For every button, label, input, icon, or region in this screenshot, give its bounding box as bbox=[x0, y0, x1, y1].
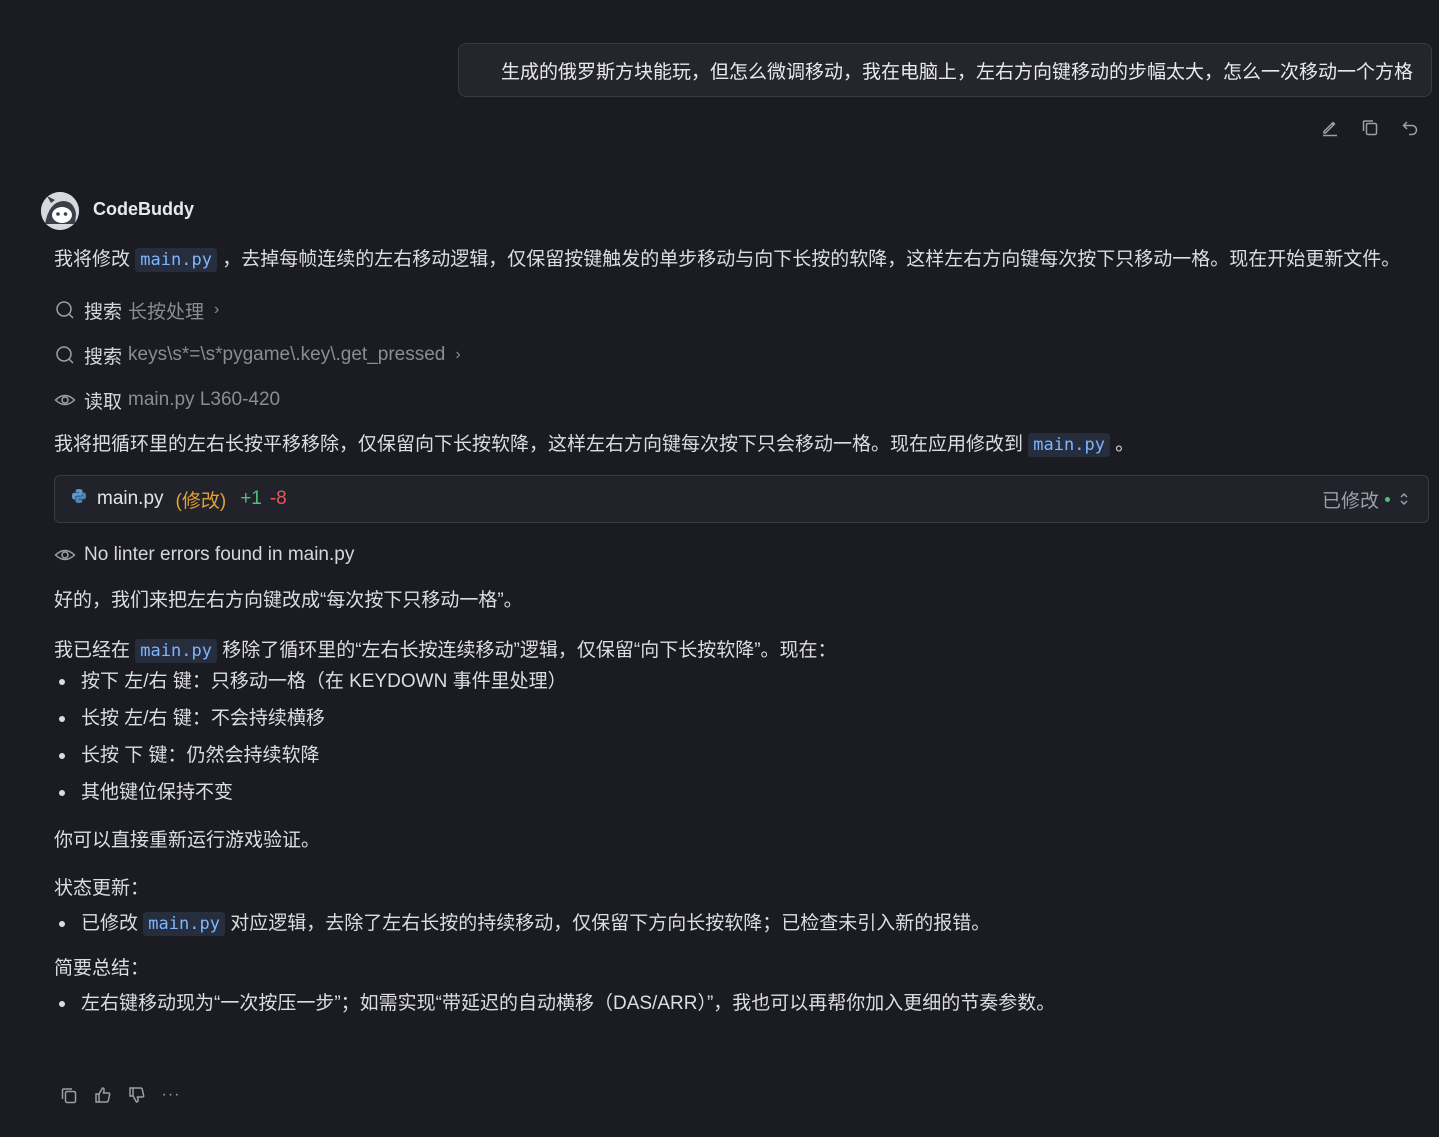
done-text-end: 移除了循环里的“左右长按连续移动”逻辑，仅保留“向下长按软降”。现在： bbox=[222, 640, 837, 661]
summary-list: 左右键移动现为“一次按压一步”；如需实现“带延迟的自动横移（DAS/ARR）”，… bbox=[54, 985, 1429, 1022]
eye-icon bbox=[54, 389, 76, 411]
ok-paragraph: 好的，我们来把左右方向键改成“每次按下只移动一格”。 bbox=[54, 590, 523, 611]
behavior-list: 按下 左/右 键：只移动一格（在 KEYDOWN 事件里处理） 长按 左/右 键… bbox=[54, 663, 1429, 811]
thumbs-down-icon[interactable] bbox=[126, 1084, 148, 1106]
list-item: 按下 左/右 键：只移动一格（在 KEYDOWN 事件里处理） bbox=[54, 663, 1429, 700]
tool-arg: 长按处理 bbox=[128, 301, 205, 323]
list-item: 长按 左/右 键：不会持续横移 bbox=[54, 700, 1429, 737]
eye-icon bbox=[54, 544, 76, 566]
tool-action-label: 搜索 bbox=[84, 301, 123, 323]
inline-code-main-py: main.py bbox=[135, 248, 217, 272]
tool-action-label: 读取 bbox=[84, 391, 123, 413]
expand-toggle-icon[interactable] bbox=[1396, 491, 1412, 507]
chevron-right-icon: › bbox=[214, 301, 220, 318]
file-modified-label: (修改) bbox=[175, 490, 227, 512]
status-list: 已修改 main.py 对应逻辑，去除了左右长按的持续移动，仅保留下方向长按软降… bbox=[54, 905, 1429, 943]
undo-icon[interactable] bbox=[1399, 116, 1421, 138]
thumbs-up-icon[interactable] bbox=[92, 1084, 114, 1106]
tool-search-getpressed[interactable]: 搜索 keys\s*=\s*pygame\.key\.get_pressed › bbox=[54, 341, 1429, 369]
lint-text: No linter errors found in main.py bbox=[84, 544, 355, 565]
tool-search-longpress[interactable]: 搜索 长按处理 › bbox=[54, 296, 1429, 324]
inline-code-main-py: main.py bbox=[1028, 433, 1110, 457]
more-icon[interactable]: ··· bbox=[160, 1084, 182, 1106]
list-item: 左右键移动现为“一次按压一步”；如需实现“带延迟的自动横移（DAS/ARR）”，… bbox=[54, 985, 1429, 1022]
tool-action-label: 搜索 bbox=[84, 346, 123, 368]
rerun-paragraph: 你可以直接重新运行游戏验证。 bbox=[54, 830, 321, 851]
intro-text-start: 我将修改 bbox=[54, 249, 131, 270]
user-message-bubble: 生成的俄罗斯方块能玩，但怎么微调移动，我在电脑上，左右方向键移动的步幅太大，怎么… bbox=[458, 43, 1432, 97]
copy-icon[interactable] bbox=[58, 1084, 80, 1106]
file-status[interactable]: 已修改 bbox=[1322, 486, 1412, 513]
tool-arg: keys\s*=\s*pygame\.key\.get_pressed bbox=[128, 344, 446, 365]
user-message-actions bbox=[1319, 116, 1421, 138]
lines-added: +1 bbox=[240, 488, 262, 509]
inline-code-main-py: main.py bbox=[135, 639, 217, 663]
apply-text-start: 我将把循环里的左右长按平移移除，仅保留向下长按软降，这样左右方向键每次按下只会移… bbox=[54, 434, 1024, 455]
file-change-card[interactable]: main.py (修改) +1 -8 已修改 bbox=[54, 475, 1429, 523]
list-item: 已修改 main.py 对应逻辑，去除了左右长按的持续移动，仅保留下方向长按软降… bbox=[54, 905, 1429, 943]
lines-removed: -8 bbox=[269, 488, 287, 509]
status-title: 状态更新： bbox=[54, 878, 150, 899]
summary-title: 简要总结： bbox=[54, 958, 150, 979]
inline-code-main-py: main.py bbox=[143, 912, 225, 936]
copy-icon[interactable] bbox=[1359, 116, 1381, 138]
user-message-text: 生成的俄罗斯方块能玩，但怎么微调移动，我在电脑上，左右方向键移动的步幅太大，怎么… bbox=[500, 61, 1413, 83]
search-icon bbox=[54, 299, 76, 321]
edit-icon[interactable] bbox=[1319, 116, 1341, 138]
bot-name: CodeBuddy bbox=[93, 199, 194, 219]
assistant-response: 我将修改 main.py ，去掉每帧连续的左右移动逻辑，仅保留按键触发的单步移动… bbox=[54, 244, 1429, 1022]
status-text-end: 对应逻辑，去除了左右长按的持续移动，仅保留下方向长按软降；已检查未引入新的报错。 bbox=[230, 913, 991, 934]
chevron-right-icon: › bbox=[455, 346, 461, 363]
codebuddy-avatar bbox=[41, 192, 79, 230]
tool-read-file[interactable]: 读取 main.py L360-420 bbox=[54, 386, 1429, 414]
status-text-start: 已修改 bbox=[81, 913, 139, 934]
file-name: main.py bbox=[97, 488, 164, 509]
list-item: 其他键位保持不变 bbox=[54, 774, 1429, 811]
status-dot bbox=[1385, 496, 1390, 502]
lint-result[interactable]: No linter errors found in main.py bbox=[54, 541, 1429, 569]
file-status-label: 已修改 bbox=[1321, 490, 1379, 512]
python-icon bbox=[71, 488, 87, 510]
intro-text-end: ，去掉每帧连续的左右移动逻辑，仅保留按键触发的单步移动与向下长按的软降，这样左右… bbox=[222, 249, 1401, 270]
search-icon bbox=[54, 344, 76, 366]
tool-arg: main.py L360-420 bbox=[128, 389, 281, 410]
list-item: 长按 下 键：仍然会持续软降 bbox=[54, 737, 1429, 774]
apply-text-end: 。 bbox=[1115, 434, 1135, 455]
intro-paragraph: 我将修改 main.py ，去掉每帧连续的左右移动逻辑，仅保留按键触发的单步移动… bbox=[54, 244, 1429, 276]
apply-paragraph: 我将把循环里的左右长按平移移除，仅保留向下长按软降，这样左右方向键每次按下只会移… bbox=[54, 429, 1429, 461]
response-actions: ··· bbox=[58, 1084, 182, 1106]
done-text-start: 我已经在 bbox=[54, 640, 131, 661]
